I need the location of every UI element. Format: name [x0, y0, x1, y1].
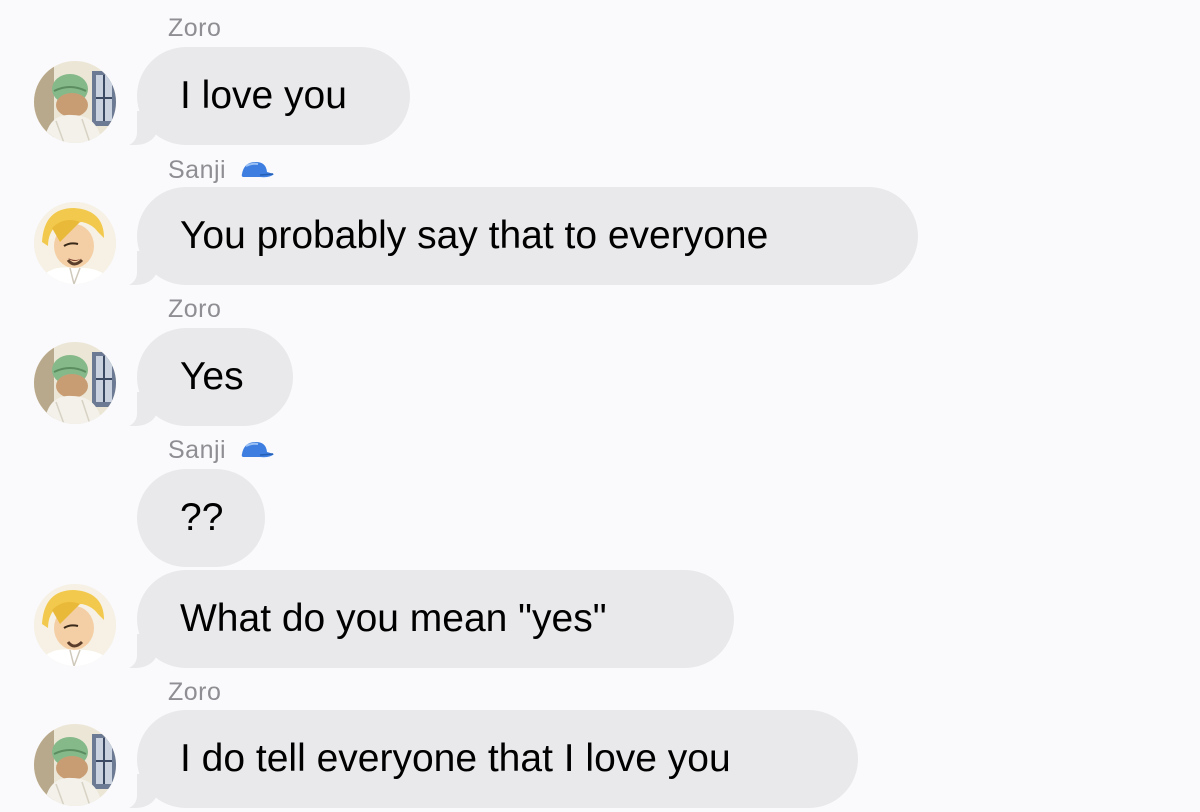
message-bubble[interactable]: You probably say that to everyone	[115, 187, 918, 287]
message-text: You probably say that to everyone	[180, 214, 769, 257]
sender-name-label: Sanji	[168, 436, 227, 464]
sanji-avatar-icon[interactable]	[34, 202, 116, 284]
sender-name: Zoro	[168, 294, 221, 324]
message-text: What do you mean "yes"	[180, 597, 607, 640]
message-bubble[interactable]: Yes	[115, 328, 293, 428]
sender-name: Zoro	[168, 677, 221, 707]
sender-name: Sanji	[168, 435, 276, 465]
sender-name-label: Zoro	[168, 295, 222, 323]
message-text: I love you	[180, 74, 347, 117]
message-text: ??	[180, 496, 224, 539]
sender-name: Zoro	[168, 13, 221, 43]
message-bubble[interactable]: ??	[137, 469, 265, 567]
blue-cap-icon	[236, 438, 276, 462]
message-bubble[interactable]: I do tell everyone that I love you	[115, 710, 858, 810]
message-text: Yes	[180, 355, 244, 398]
zoro-avatar-icon[interactable]	[34, 342, 116, 424]
blue-cap-icon	[236, 158, 276, 182]
sender-name-label: Sanji	[168, 156, 227, 184]
sender-name: Sanji	[168, 155, 276, 185]
sender-name-label: Zoro	[168, 14, 222, 42]
zoro-avatar-icon[interactable]	[34, 61, 116, 143]
message-bubble[interactable]: What do you mean "yes"	[115, 570, 734, 670]
message-bubble[interactable]: I love you	[115, 47, 410, 147]
message-text: I do tell everyone that I love you	[180, 737, 731, 780]
sender-name-label: Zoro	[168, 678, 222, 706]
message-thread: Zoro I love you Sanji You probably say t…	[0, 0, 1200, 812]
sanji-avatar-icon[interactable]	[34, 584, 116, 666]
zoro-avatar-icon[interactable]	[34, 724, 116, 806]
